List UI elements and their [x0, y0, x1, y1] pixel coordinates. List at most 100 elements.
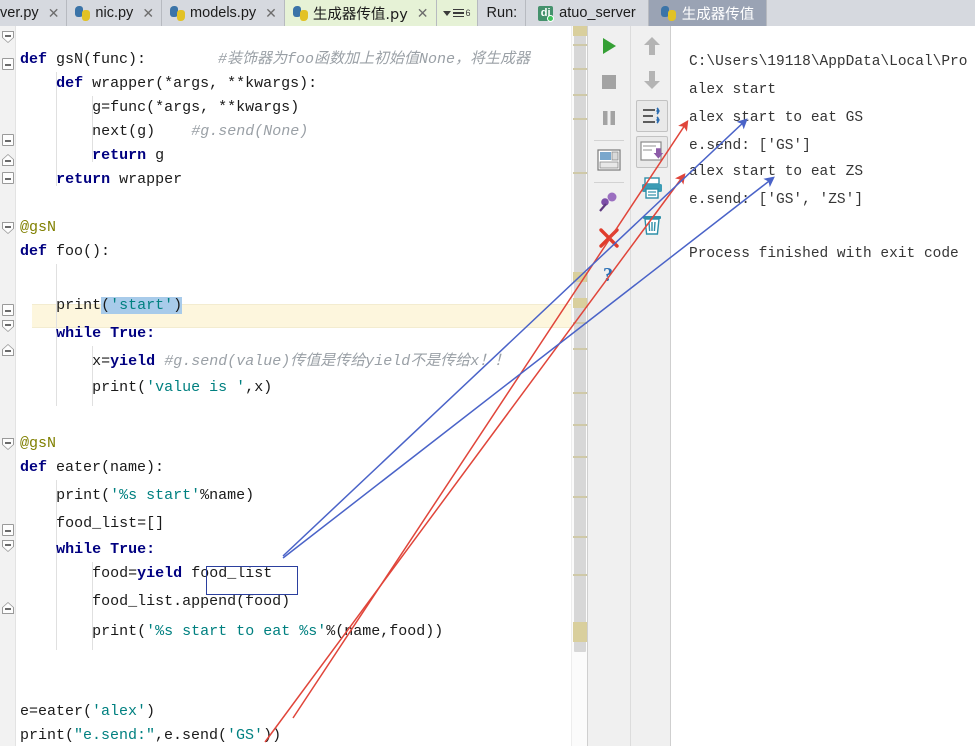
fold-marker-collapse[interactable]: [2, 304, 14, 316]
editor-scrollbar[interactable]: [571, 26, 587, 746]
fold-marker-collapse[interactable]: [2, 320, 14, 332]
code-line[interactable]: @gsN: [20, 216, 56, 240]
scrollbar-tick: [573, 348, 587, 350]
run-console-output[interactable]: C:\Users\19118\AppData\Local\Pro alex sta…: [671, 26, 975, 746]
code-token: next(g): [92, 123, 156, 140]
close-x-icon: [599, 228, 619, 248]
pause-button[interactable]: [593, 102, 625, 134]
scroll-down-button[interactable]: [636, 64, 668, 96]
run-tab-generator[interactable]: 生成器传值: [648, 0, 768, 26]
scrollbar-marker: [573, 26, 587, 36]
code-token: def: [56, 75, 93, 92]
code-token: food_list=[]: [56, 515, 165, 532]
chevron-down-icon: [442, 10, 451, 16]
scrollbar-tick: [573, 536, 587, 538]
fold-marker-collapse[interactable]: [2, 540, 14, 552]
code-line[interactable]: print('start'): [56, 294, 183, 318]
close-icon[interactable]: ✕: [417, 6, 429, 20]
scrollbar-marker: [573, 622, 587, 642]
code-token: print: [56, 297, 102, 314]
console-line: e.send: ['GS']: [689, 138, 811, 154]
rerun-button[interactable]: [593, 30, 625, 62]
code-token: yield: [137, 565, 183, 582]
soft-wrap-button[interactable]: [636, 100, 668, 132]
code-line[interactable]: def eater(name):: [20, 456, 164, 480]
code-token: '%s start to eat %s': [146, 623, 327, 640]
fold-marker-collapse[interactable]: [2, 172, 14, 184]
editor-scrollbar-thumb[interactable]: [574, 32, 586, 652]
scrollbar-tick: [573, 94, 587, 96]
code-line[interactable]: next(g) #g.send(None): [92, 120, 308, 144]
stop-button[interactable]: [593, 66, 625, 98]
code-line[interactable]: def gsN(func): #装饰器为foo函数加上初始值None，将生成器: [20, 48, 530, 72]
arrow-down-icon: [644, 71, 660, 89]
scrollbar-marker: [573, 298, 587, 308]
fold-marker-collapse[interactable]: [2, 222, 14, 234]
code-line[interactable]: print("e.send:",e.send('GS')): [20, 724, 281, 746]
editor-tab-nic[interactable]: nic.py ✕: [67, 0, 163, 26]
run-tab-label: 生成器传值: [681, 6, 755, 23]
code-line[interactable]: return wrapper: [56, 168, 182, 192]
code-token: print(: [56, 487, 111, 504]
code-line[interactable]: print('%s start'%name): [56, 484, 254, 508]
editor-gutter[interactable]: [0, 26, 16, 746]
fold-marker-expand[interactable]: [2, 344, 14, 356]
list-lines-icon: [452, 8, 464, 18]
code-line[interactable]: return g: [92, 144, 164, 168]
editor-tab-label: nic.py: [95, 5, 134, 21]
code-line[interactable]: @gsN: [20, 432, 56, 456]
code-line[interactable]: g=func(*args, **kwargs): [92, 96, 299, 120]
code-editor[interactable]: def gsN(func): #装饰器为foo函数加上初始值None，将生成器 d…: [0, 26, 587, 746]
fold-marker-expand[interactable]: [2, 602, 14, 614]
code-token: while: [56, 541, 111, 558]
fold-marker-collapse[interactable]: [2, 438, 14, 450]
scrollbar-tick: [573, 574, 587, 576]
code-line[interactable]: print('value is ',x): [92, 376, 272, 400]
code-token: return: [56, 171, 120, 188]
code-line[interactable]: def wrapper(*args, **kwargs):: [56, 72, 317, 96]
run-tab-atuo-server[interactable]: dj atuo_server: [526, 0, 649, 26]
editor-tab-generator[interactable]: 生成器传值.py ✕: [284, 0, 437, 26]
scroll-up-button[interactable]: [636, 30, 668, 62]
fold-marker-collapse[interactable]: [2, 31, 14, 43]
code-token: foo():: [56, 243, 111, 260]
scrollbar-tick: [573, 392, 587, 394]
editor-tab-ver[interactable]: ver.py ✕: [0, 0, 68, 26]
close-button[interactable]: [593, 222, 625, 254]
scroll-to-end-button[interactable]: [636, 136, 668, 168]
code-line[interactable]: e=eater('alex'): [20, 700, 155, 724]
restore-layout-button[interactable]: [593, 144, 625, 176]
clear-all-button[interactable]: [636, 208, 668, 240]
pin-tab-button[interactable]: [593, 186, 625, 218]
code-line[interactable]: x=yield #g.send(value)传值是传给yield不是传给x！！: [92, 350, 509, 374]
code-text-area[interactable]: def gsN(func): #装饰器为foo函数加上初始值None，将生成器 d…: [16, 26, 587, 746]
close-icon[interactable]: ✕: [142, 6, 154, 20]
fold-marker-collapse[interactable]: [2, 134, 14, 146]
code-token: wrapper(*args, **kwargs):: [92, 75, 318, 92]
close-icon[interactable]: ✕: [48, 6, 60, 20]
tab-list-menu-icon[interactable]: 6: [436, 0, 478, 26]
code-token: food_list.append(food): [92, 593, 291, 610]
code-token: print(: [92, 379, 147, 396]
close-icon[interactable]: ✕: [265, 6, 277, 20]
code-line[interactable]: print('%s start to eat %s'%(name,food)): [92, 620, 443, 644]
fold-marker-collapse[interactable]: [2, 58, 14, 70]
soft-wrap-icon: [643, 107, 660, 124]
code-line[interactable]: def foo():: [20, 240, 110, 264]
code-token: True:: [110, 325, 156, 342]
editor-tab-models[interactable]: models.py ✕: [162, 0, 285, 26]
code-token: def: [20, 459, 57, 476]
fold-marker-expand[interactable]: [2, 154, 14, 166]
run-toolbar-right-column: [630, 26, 672, 746]
python-file-icon: [170, 5, 186, 21]
print-button[interactable]: [636, 172, 668, 204]
code-line[interactable]: while True:: [56, 538, 155, 562]
editor-tab-label: models.py: [190, 5, 257, 21]
stop-square-icon: [602, 75, 616, 89]
help-button[interactable]: ?: [593, 258, 625, 290]
code-line[interactable]: food_list=[]: [56, 512, 164, 536]
code-token: ,e.send(: [155, 727, 228, 744]
code-line[interactable]: while True:: [56, 322, 155, 346]
fold-marker-collapse[interactable]: [2, 524, 14, 536]
